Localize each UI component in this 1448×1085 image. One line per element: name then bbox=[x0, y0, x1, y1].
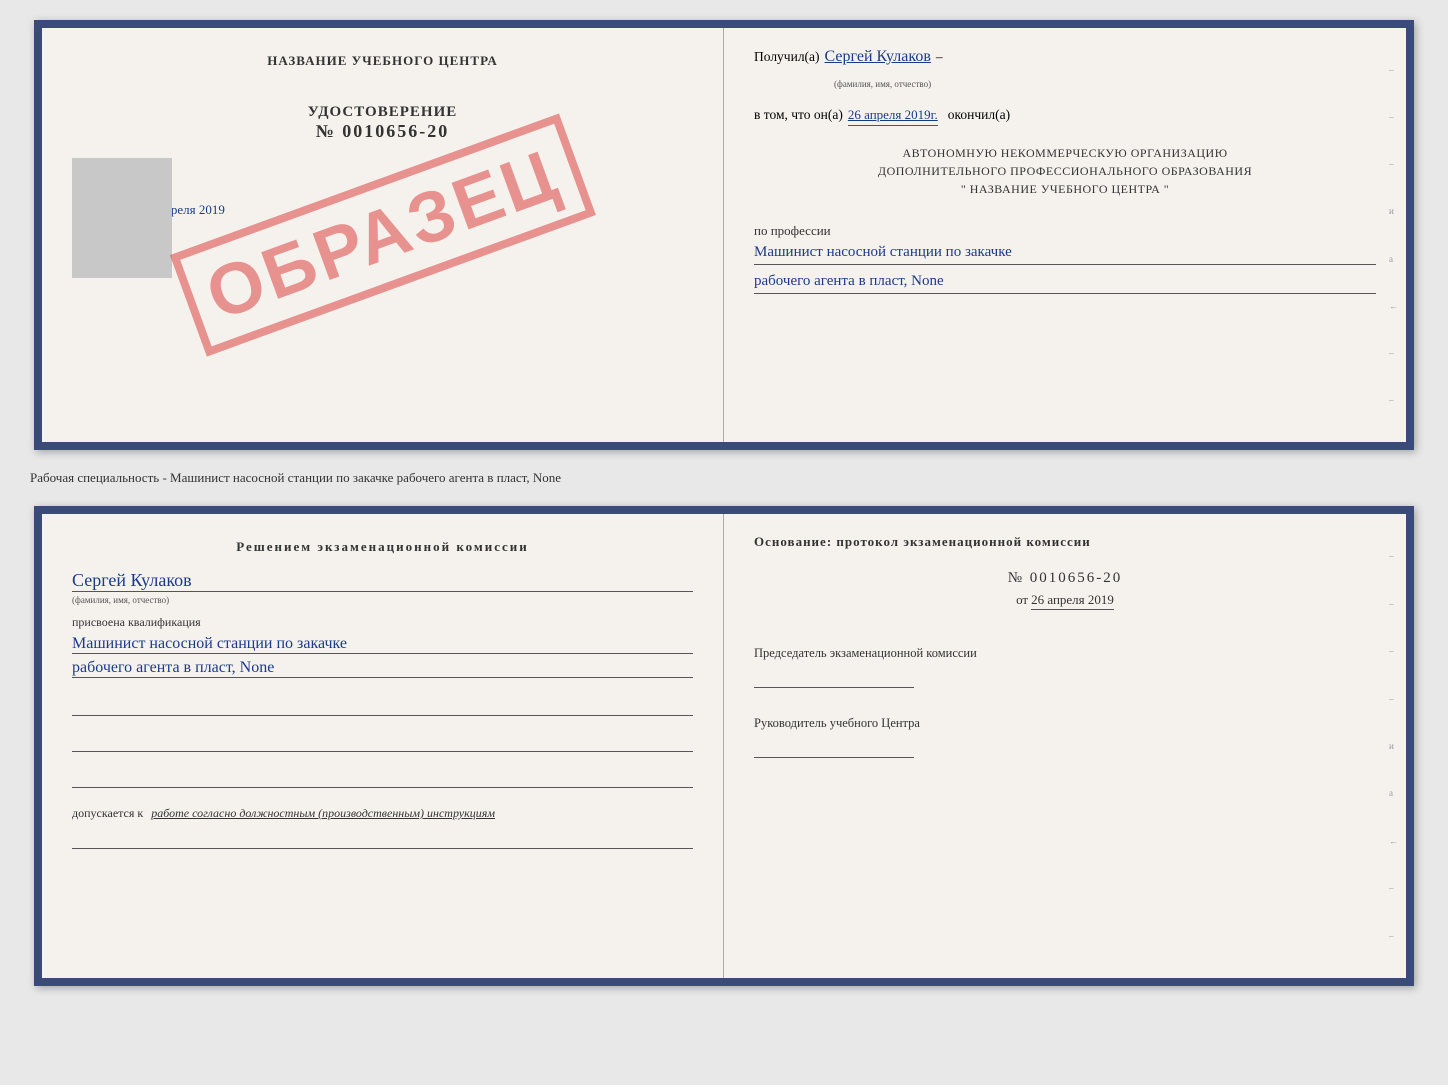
cert-number: № 0010656-20 bbox=[308, 121, 458, 142]
bottom-date: от26 апреля 2019 bbox=[754, 592, 1376, 608]
org-block: АВТОНОМНУЮ НЕКОММЕРЧЕСКУЮ ОРГАНИЗАЦИЮ ДО… bbox=[754, 144, 1376, 198]
prisvoena-label: присвоена квалификация bbox=[72, 615, 201, 630]
org-name: " НАЗВАНИЕ УЧЕБНОГО ЦЕНТРА " bbox=[754, 180, 1376, 198]
dopusk-text: работе согласно должностным (производств… bbox=[151, 806, 495, 820]
rukovoditel-label: Руководитель учебного Центра bbox=[754, 713, 1376, 733]
okoncil-label: окончил(а) bbox=[948, 107, 1010, 123]
dopusk-label: допускается к bbox=[72, 806, 143, 820]
vtom-line: в том, что он(а) 26 апреля 2019г. окончи… bbox=[754, 107, 1376, 126]
bottom-person-name: Сергей Кулаков bbox=[72, 570, 693, 592]
side-marks-bottom: – – – – и а ← – – bbox=[1389, 514, 1403, 978]
blank-line-3 bbox=[72, 768, 693, 788]
ot-label: от bbox=[1016, 592, 1028, 607]
predsedatel-block: Председатель экзаменационной комиссии bbox=[754, 643, 1376, 693]
bottom-document: Решением экзаменационной комиссии Сергей… bbox=[34, 506, 1414, 986]
dopusk-block: допускается к работе согласно должностны… bbox=[72, 806, 495, 821]
profession-label: по профессии bbox=[754, 223, 1376, 239]
separator-content: Рабочая специальность - Машинист насосно… bbox=[30, 470, 561, 485]
bottom-left-title: Решением экзаменационной комиссии bbox=[72, 539, 693, 555]
top-document: НАЗВАНИЕ УЧЕБНОГО ЦЕНТРА УДОСТОВЕРЕНИЕ №… bbox=[34, 20, 1414, 450]
person-name-top: Сергей Кулаков bbox=[825, 48, 931, 66]
bottom-name-hint: (фамилия, имя, отчество) bbox=[72, 595, 693, 605]
predsedatel-sig-line bbox=[754, 668, 914, 688]
cert-training-center-title: НАЗВАНИЕ УЧЕБНОГО ЦЕНТРА bbox=[267, 53, 498, 69]
qual-line1: Машинист насосной станции по закачке bbox=[72, 635, 693, 654]
qual-line2: рабочего агента в пласт, None bbox=[72, 659, 693, 678]
poluchil-line: Получил(а) Сергей Кулаков – bbox=[754, 48, 1376, 66]
vtom-date: 26 апреля 2019г. bbox=[848, 107, 938, 126]
cert-udostoverenie-label: УДОСТОВЕРЕНИЕ bbox=[308, 104, 458, 121]
profession-block: по профессии Машинист насосной станции п… bbox=[754, 213, 1376, 294]
separator-text: Рабочая специальность - Машинист насосно… bbox=[20, 465, 1428, 491]
bottom-doc-left: Решением экзаменационной комиссии Сергей… bbox=[42, 514, 724, 978]
dash1: – bbox=[936, 49, 943, 65]
poluchil-label: Получил(а) bbox=[754, 49, 820, 65]
osnovanie-title: Основание: протокол экзаменационной коми… bbox=[754, 534, 1376, 550]
bottom-doc-right: Основание: протокол экзаменационной коми… bbox=[724, 514, 1406, 978]
cert-number-block: УДОСТОВЕРЕНИЕ № 0010656-20 bbox=[308, 104, 458, 142]
vtom-label: в том, что он(а) bbox=[754, 107, 843, 123]
blank-line-1 bbox=[72, 696, 693, 716]
blank-line-2 bbox=[72, 732, 693, 752]
bottom-person-block: Сергей Кулаков (фамилия, имя, отчество) bbox=[72, 570, 693, 605]
profession-line1: Машинист насосной станции по закачке bbox=[754, 244, 1376, 265]
bottom-number: № 0010656-20 bbox=[754, 570, 1376, 587]
rukovoditel-sig-line bbox=[754, 738, 914, 758]
photo-placeholder bbox=[72, 158, 172, 278]
qual-line2-block: рабочего агента в пласт, None bbox=[72, 659, 693, 678]
ot-date: 26 апреля 2019 bbox=[1031, 592, 1114, 610]
predsedatel-label: Председатель экзаменационной комиссии bbox=[754, 643, 1376, 663]
name-hint-top: (фамилия, имя, отчество) bbox=[834, 74, 1376, 92]
side-marks-top: – – – и а ← – – bbox=[1389, 28, 1403, 442]
org-line2: ДОПОЛНИТЕЛЬНОГО ПРОФЕССИОНАЛЬНОГО ОБРАЗО… bbox=[754, 162, 1376, 180]
blank-line-4 bbox=[72, 829, 693, 849]
rukovoditel-block: Руководитель учебного Центра bbox=[754, 713, 1376, 763]
top-doc-right: Получил(а) Сергей Кулаков – (фамилия, им… bbox=[724, 28, 1406, 442]
top-doc-left: НАЗВАНИЕ УЧЕБНОГО ЦЕНТРА УДОСТОВЕРЕНИЕ №… bbox=[42, 28, 724, 442]
qual-line1-block: Машинист насосной станции по закачке bbox=[72, 635, 693, 654]
org-line1: АВТОНОМНУЮ НЕКОММЕРЧЕСКУЮ ОРГАНИЗАЦИЮ bbox=[754, 144, 1376, 162]
obrazec-watermark: ОБРАЗЕЦ bbox=[169, 113, 595, 356]
profession-line2: рабочего агента в пласт, None bbox=[754, 273, 1376, 294]
